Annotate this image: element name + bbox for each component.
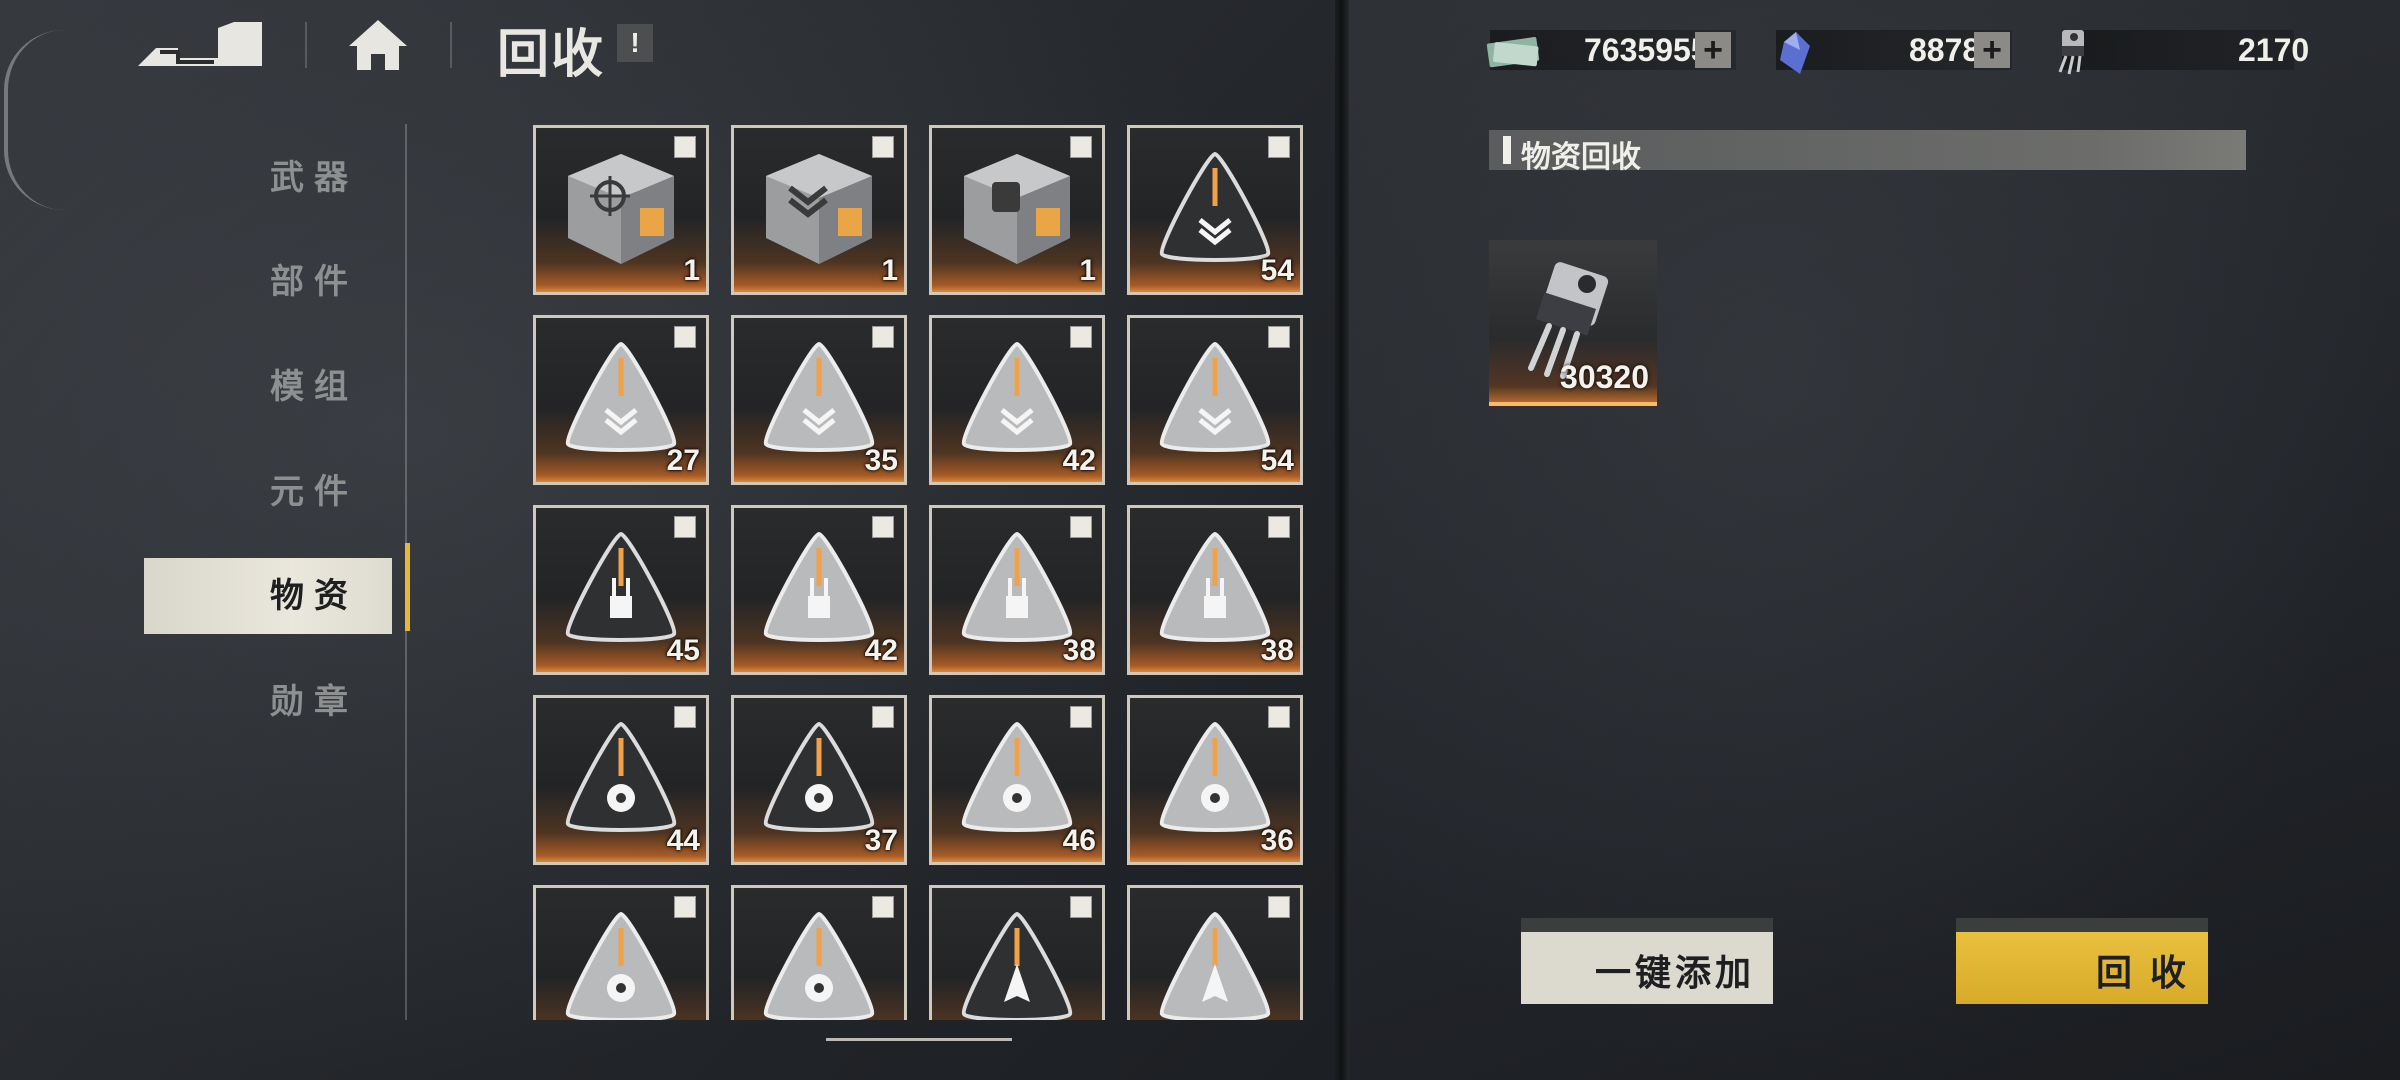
item-count: 42 [864, 634, 898, 667]
sidebar-item-medals[interactable]: 勋章 [144, 664, 392, 740]
result-card-glow [1489, 402, 1657, 406]
section-title: 物资回收 [1521, 141, 1641, 174]
item-card[interactable]: 44 [533, 695, 709, 865]
item-card[interactable]: 36 [1127, 695, 1303, 865]
item-select-checkbox[interactable] [872, 136, 894, 158]
item-select-checkbox[interactable] [1070, 516, 1092, 538]
cash-value: 7635955 [1584, 32, 1709, 68]
item-count: 1 [683, 254, 700, 287]
result-count: 30320 [1560, 359, 1649, 395]
banknote-icon [1486, 37, 1540, 68]
item-card[interactable]: 1 [929, 125, 1105, 295]
item-card[interactable]: 38 [929, 505, 1105, 675]
item-count: 36 [1260, 824, 1294, 857]
item-count: 54 [1260, 254, 1294, 287]
back-button[interactable] [138, 18, 266, 70]
item-select-checkbox[interactable] [1268, 326, 1290, 348]
home-button[interactable] [345, 16, 411, 72]
sidebar-item-weapons[interactable]: 武器 [144, 140, 392, 216]
sidebar-item-label: 物资 [270, 577, 358, 615]
item-count: 1 [1079, 254, 1096, 287]
item-count: 37 [864, 824, 898, 857]
item-select-checkbox[interactable] [1268, 516, 1290, 538]
item-card[interactable]: 38 [1127, 505, 1303, 675]
scroll-indicator[interactable] [826, 1038, 1012, 1041]
item-card[interactable]: 27 [533, 315, 709, 485]
item-select-checkbox[interactable] [1268, 896, 1290, 918]
recycle-result-card[interactable]: 30320 [1489, 240, 1657, 406]
sidebar-item-supplies[interactable]: 物资 [144, 558, 392, 634]
item-count: 44 [666, 824, 700, 857]
section-title-marker [1503, 136, 1511, 164]
item-count: 35 [864, 444, 898, 477]
item-select-checkbox[interactable] [1070, 706, 1092, 728]
sidebar-active-indicator [405, 543, 410, 631]
page-title: 回收 [497, 26, 606, 84]
recycle-label: 回 收 [2095, 952, 2190, 993]
item-select-checkbox[interactable] [1268, 136, 1290, 158]
item-card[interactable] [533, 885, 709, 1020]
sidebar-item-mods[interactable]: 模组 [144, 349, 392, 425]
recycle-button[interactable]: 回 收 [1956, 918, 2208, 1004]
back-arrow-icon [138, 22, 262, 66]
crystal-icon [1780, 32, 1810, 74]
item-select-checkbox[interactable] [674, 516, 696, 538]
sidebar-item-label: 勋章 [270, 683, 358, 721]
item-count: 46 [1062, 824, 1096, 857]
header-separator [450, 22, 452, 68]
header-separator [305, 22, 307, 68]
item-select-checkbox[interactable] [1268, 706, 1290, 728]
sidebar-item-components[interactable]: 元件 [144, 454, 392, 530]
add-all-label: 一键添加 [1594, 952, 1755, 993]
item-select-checkbox[interactable] [872, 516, 894, 538]
item-count: 54 [1260, 444, 1294, 477]
item-select-checkbox[interactable] [872, 706, 894, 728]
crystal-value: 8878 [1909, 32, 1981, 68]
add-all-button[interactable]: 一键添加 [1521, 918, 1773, 1004]
item-card[interactable] [1127, 885, 1303, 1020]
item-card[interactable]: 54 [1127, 315, 1303, 485]
item-card[interactable]: 1 [533, 125, 709, 295]
item-card[interactable]: 37 [731, 695, 907, 865]
item-card[interactable]: 54 [1127, 125, 1303, 295]
item-count: 1 [881, 254, 898, 287]
item-select-checkbox[interactable] [1070, 896, 1092, 918]
sidebar-item-label: 模组 [270, 368, 358, 406]
item-select-checkbox[interactable] [674, 326, 696, 348]
section-title-bar: 物资回收 [1489, 130, 2246, 174]
sidebar-item-label: 元件 [270, 473, 358, 511]
item-select-checkbox[interactable] [674, 136, 696, 158]
sidebar-item-label: 部件 [270, 263, 358, 301]
panel-divider [1335, 0, 1349, 1080]
item-select-checkbox[interactable] [1070, 136, 1092, 158]
transistor-icon [2058, 30, 2084, 75]
item-count: 42 [1062, 444, 1096, 477]
item-select-checkbox[interactable] [674, 896, 696, 918]
sidebar-item-parts[interactable]: 部件 [144, 244, 392, 320]
item-count: 38 [1260, 634, 1294, 667]
edge-decoration [4, 30, 68, 210]
info-button[interactable]: ! [617, 24, 653, 62]
item-card[interactable]: 1 [731, 125, 907, 295]
home-icon [349, 20, 407, 70]
item-card[interactable]: 35 [731, 315, 907, 485]
item-card[interactable]: 46 [929, 695, 1105, 865]
item-count: 38 [1062, 634, 1096, 667]
item-card[interactable]: 45 [533, 505, 709, 675]
item-select-checkbox[interactable] [1070, 326, 1092, 348]
component-value: 2170 [2238, 32, 2310, 68]
add-cash-button[interactable]: + [1695, 32, 1731, 68]
item-grid: 1 1 1 54 27 35 42 54 45 42 38 38 44 37 46 36 [533, 122, 1303, 1020]
item-card[interactable]: 42 [929, 315, 1105, 485]
item-select-checkbox[interactable] [872, 326, 894, 348]
item-card[interactable] [929, 885, 1105, 1020]
add-crystal-button[interactable]: + [1974, 32, 2010, 68]
item-select-checkbox[interactable] [872, 896, 894, 918]
item-select-checkbox[interactable] [674, 706, 696, 728]
item-card[interactable] [731, 885, 907, 1020]
sidebar-item-label: 武器 [270, 159, 358, 197]
item-count: 27 [666, 444, 700, 477]
item-count: 45 [666, 634, 700, 667]
item-card[interactable]: 42 [731, 505, 907, 675]
